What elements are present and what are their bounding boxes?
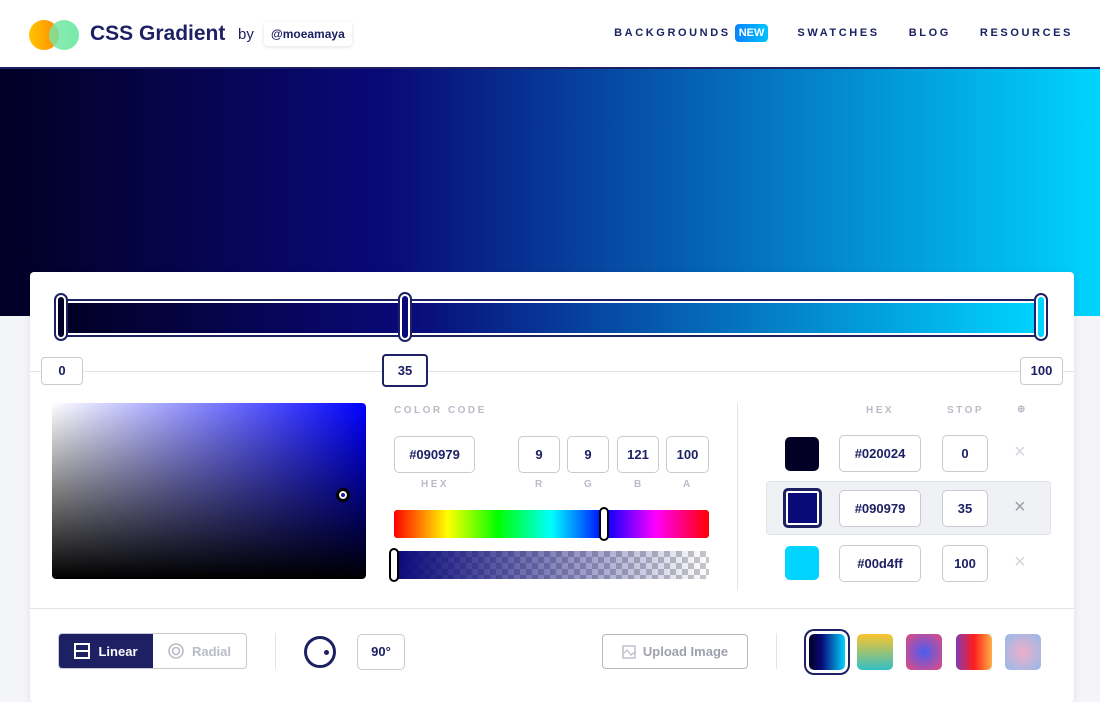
remove-stop-icon[interactable]: × — [1014, 442, 1026, 462]
stop-handle-1[interactable] — [398, 292, 412, 342]
upload-image-button[interactable]: Upload Image — [602, 634, 748, 669]
preset-purple-orange[interactable] — [956, 634, 992, 670]
author-link[interactable]: @moeamaya — [264, 22, 352, 46]
stop-hex-1[interactable]: #090979 — [839, 490, 921, 527]
divider — [30, 608, 1074, 609]
divider — [737, 403, 738, 591]
linear-button[interactable]: Linear — [59, 634, 153, 668]
r-input[interactable]: 9 — [518, 436, 560, 473]
color-code-title: COLOR CODE — [394, 405, 487, 416]
stop-column-header: STOP — [947, 405, 985, 416]
angle-dial[interactable] — [304, 636, 336, 668]
image-icon — [622, 644, 636, 659]
divider — [275, 633, 276, 669]
alpha-slider[interactable] — [394, 551, 709, 579]
remove-stop-icon[interactable]: × — [1014, 497, 1026, 517]
preset-current[interactable] — [806, 631, 848, 673]
stop-swatch-1[interactable] — [783, 488, 822, 528]
remove-stop-icon[interactable]: × — [1014, 552, 1026, 572]
nav-resources[interactable]: RESOURCES — [980, 27, 1073, 39]
new-badge: NEW — [734, 24, 769, 42]
stop-hex-2[interactable]: #00d4ff — [839, 545, 921, 582]
preset-sunny-teal[interactable] — [857, 634, 893, 670]
nav-label: BACKGROUNDS — [614, 27, 731, 39]
nav-blog[interactable]: BLOG — [909, 27, 951, 39]
hex-label: HEX — [421, 479, 450, 490]
linear-label: Linear — [98, 643, 138, 659]
picker-cursor[interactable] — [336, 488, 350, 502]
divider — [30, 371, 1074, 372]
stop-position-2[interactable]: 100 — [1020, 357, 1063, 385]
hex-column-header: HEX — [866, 405, 895, 416]
editor-panel: 0 35 100 COLOR CODE #090979 9 9 121 100 … — [30, 272, 1074, 702]
stop-hex-0[interactable]: #020024 — [839, 435, 921, 472]
logo-icon[interactable] — [29, 20, 79, 50]
main-nav: BACKGROUNDS NEW SWATCHES BLOG RESOURCES — [614, 24, 1073, 42]
angle-input[interactable]: 90° — [357, 634, 405, 670]
stop-value-0[interactable]: 0 — [942, 435, 988, 472]
b-label: B — [634, 479, 644, 490]
preset-pink-blue-radial[interactable] — [906, 634, 942, 670]
r-label: R — [535, 479, 545, 490]
alpha-handle[interactable] — [389, 548, 399, 582]
site-header: CSS Gradient by @moeamaya BACKGROUNDS NEW… — [0, 0, 1100, 69]
stop-handle-0[interactable] — [54, 293, 68, 341]
divider — [776, 633, 777, 669]
radial-icon — [168, 643, 184, 659]
linear-icon — [74, 643, 91, 659]
nav-swatches[interactable]: SWATCHES — [797, 27, 879, 39]
by-label: by — [238, 26, 254, 43]
g-input[interactable]: 9 — [567, 436, 609, 473]
stop-position-0[interactable]: 0 — [41, 357, 83, 385]
radial-label: Radial — [191, 643, 231, 659]
radial-button[interactable]: Radial — [153, 634, 246, 668]
nav-backgrounds[interactable]: BACKGROUNDS NEW — [614, 24, 769, 42]
stop-swatch-0[interactable] — [785, 437, 819, 471]
saturation-picker[interactable] — [52, 403, 366, 579]
upload-label: Upload Image — [642, 644, 729, 659]
g-label: G — [584, 479, 595, 490]
stop-value-1[interactable]: 35 — [942, 490, 988, 527]
settings-icon: ⊕ — [1017, 404, 1026, 415]
stop-value-2[interactable]: 100 — [942, 545, 988, 582]
hex-input[interactable]: #090979 — [394, 436, 475, 473]
stop-swatch-2[interactable] — [785, 546, 819, 580]
b-input[interactable]: 121 — [617, 436, 659, 473]
gradient-type-toggle: Linear Radial — [58, 633, 247, 669]
gradient-bar[interactable] — [60, 299, 1044, 337]
hue-slider[interactable] — [394, 510, 709, 538]
preset-pastel-radial[interactable] — [1005, 634, 1041, 670]
stop-handle-2[interactable] — [1034, 293, 1048, 341]
stop-position-1[interactable]: 35 — [382, 354, 428, 387]
brand-title[interactable]: CSS Gradient — [90, 22, 225, 46]
a-label: A — [683, 479, 693, 490]
a-input[interactable]: 100 — [666, 436, 709, 473]
hue-handle[interactable] — [599, 507, 609, 541]
